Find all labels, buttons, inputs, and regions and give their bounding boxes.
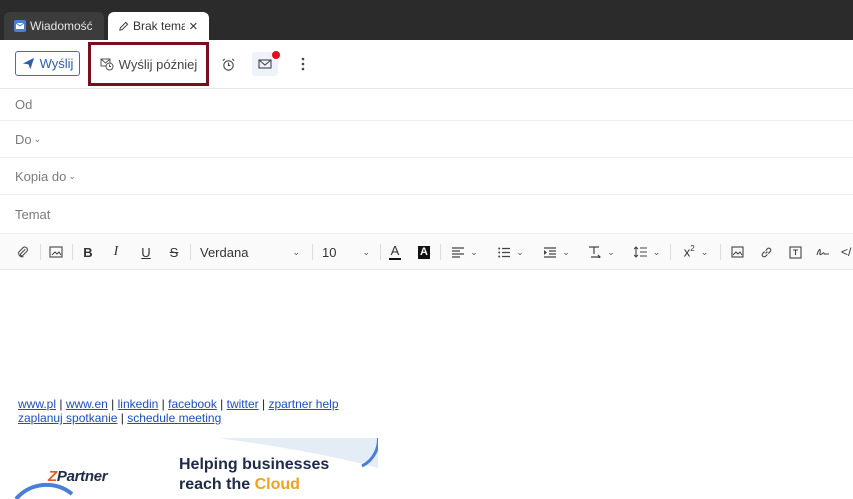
italic-button[interactable]: I (108, 234, 124, 270)
alarm-clock-icon (221, 57, 235, 71)
picture-icon (730, 246, 744, 258)
tab-label: Brak tematu (133, 19, 185, 33)
tab-compose[interactable]: Brak tematu × (108, 12, 209, 40)
text-color-button[interactable]: A (386, 234, 404, 270)
signature-icon (816, 248, 829, 256)
send-later-label: Wyślij później (118, 56, 198, 72)
signature-links-row1: www.pl | www.en | linkedin | facebook | … (18, 397, 339, 411)
read-receipt-button[interactable] (252, 51, 280, 76)
zpartner-logo: ZPartner (48, 468, 108, 485)
source-code-button[interactable]: </ (841, 234, 853, 270)
superscript-icon: x2 (683, 244, 695, 260)
signature-banner: ZPartner Helping businesses reach the Cl… (12, 438, 378, 499)
from-label: Od (15, 97, 33, 112)
underline-button[interactable]: U (138, 234, 154, 270)
font-size-select[interactable]: 10 ⌄ (318, 234, 374, 270)
more-vertical-icon (301, 57, 305, 71)
pencil-icon (118, 21, 129, 32)
insert-picture-button[interactable] (727, 234, 747, 270)
subject-label: Temat (15, 206, 51, 222)
signature-link[interactable]: www.en (66, 397, 108, 411)
superscript-select[interactable]: x2 ⌄ (676, 234, 716, 270)
chevron-down-icon[interactable]: ⌄ (34, 134, 42, 145)
chevron-down-icon: ⌄ (292, 246, 300, 257)
code-icon: </ (841, 245, 852, 259)
text-direction-select[interactable]: ⌄ (583, 234, 621, 270)
close-icon[interactable]: × (189, 19, 198, 34)
insert-template-button[interactable] (785, 234, 805, 270)
schedule-send-icon (100, 58, 114, 71)
strikethrough-button[interactable]: S (166, 234, 182, 270)
signature-link[interactable]: linkedin (118, 397, 159, 411)
format-toolbar: B I U S Verdana ⌄ 10 ⌄ A A ⌄ ⌄ ⌄ ⌄ ⌄ x2 (0, 233, 853, 270)
banner-headline: Helping businesses reach the Cloud (179, 456, 330, 493)
cc-label: Kopia do (15, 168, 67, 184)
attach-button[interactable] (12, 234, 32, 270)
insert-image-button[interactable] (46, 234, 66, 270)
more-options-button[interactable] (295, 54, 311, 74)
font-family-value: Verdana (200, 244, 249, 260)
signature-link[interactable]: zpartner help (268, 397, 338, 411)
signature-link[interactable]: twitter (227, 397, 259, 411)
line-height-select[interactable]: ⌄ (628, 234, 666, 270)
to-field[interactable]: Do ⌄ (0, 121, 853, 158)
tab-bar: Wiadomość Brak tematu × (0, 0, 853, 40)
tab-messages[interactable]: Wiadomość (4, 12, 104, 40)
send-later-button[interactable]: Wyślij później (88, 42, 209, 86)
align-select[interactable]: ⌄ (446, 234, 484, 270)
signature-link[interactable]: zaplanuj spotkanie (18, 411, 117, 425)
signature-links-row2: zaplanuj spotkanie | schedule meeting (18, 411, 222, 425)
send-icon (22, 57, 34, 70)
chevron-down-icon: ⌄ (362, 246, 370, 257)
send-label: Wyślij (39, 56, 74, 71)
text-direction-icon (589, 246, 602, 258)
chevron-down-icon: ⌄ (700, 246, 709, 257)
indent-icon (544, 246, 557, 258)
highlight-color-button[interactable]: A (415, 234, 433, 270)
mail-icon (14, 20, 26, 32)
cc-field[interactable]: Kopia do ⌄ (0, 158, 853, 195)
font-size-value: 10 (322, 244, 337, 260)
line-height-icon (633, 246, 647, 258)
highlight-color-icon: A (418, 245, 430, 259)
list-select[interactable]: ⌄ (492, 234, 530, 270)
chevron-down-icon: ⌄ (652, 246, 661, 257)
signature-button[interactable] (813, 234, 833, 270)
signature-link[interactable]: facebook (168, 397, 217, 411)
envelope-icon (258, 59, 272, 69)
chevron-down-icon: ⌄ (562, 246, 570, 257)
signature-link[interactable]: schedule meeting (127, 411, 221, 425)
indent-select[interactable]: ⌄ (538, 234, 576, 270)
link-icon (761, 247, 771, 257)
chevron-down-icon: ⌄ (470, 246, 478, 257)
compose-toolbar: Wyślij Wyślij później (0, 40, 853, 89)
image-icon (49, 246, 63, 258)
font-family-select[interactable]: Verdana ⌄ (196, 234, 304, 270)
chevron-down-icon: ⌄ (607, 246, 615, 257)
tab-label: Wiadomość (30, 19, 92, 33)
notification-dot (272, 51, 280, 59)
bullet-list-icon (498, 247, 511, 257)
signature-link[interactable]: www.pl (18, 397, 56, 411)
reminder-button[interactable] (218, 55, 238, 73)
chevron-down-icon[interactable]: ⌄ (68, 171, 76, 182)
to-label: Do (15, 131, 32, 147)
from-field[interactable]: Od (0, 89, 853, 121)
send-button[interactable]: Wyślij (15, 51, 80, 76)
align-left-icon (452, 246, 465, 258)
paperclip-icon (17, 246, 28, 258)
insert-link-button[interactable] (756, 234, 776, 270)
bold-button[interactable]: B (80, 234, 96, 270)
chevron-down-icon: ⌄ (516, 246, 524, 257)
text-color-icon: A (390, 242, 400, 258)
template-icon (788, 245, 802, 259)
subject-field[interactable]: Temat (0, 195, 853, 233)
